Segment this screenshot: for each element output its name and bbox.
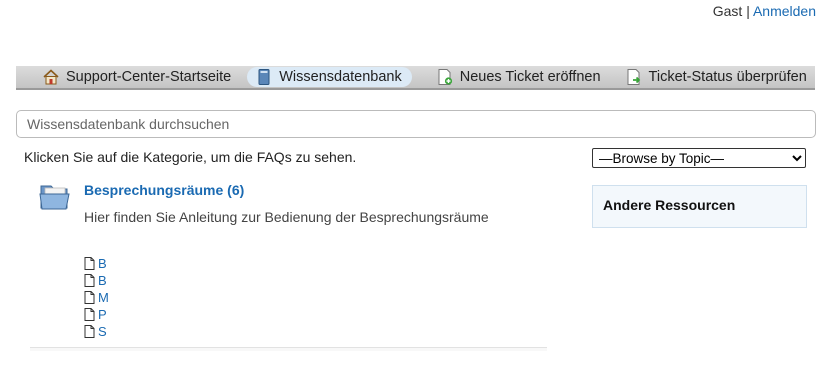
nav-item-knowledgebase[interactable]: Wissensdatenbank: [247, 67, 412, 87]
ticket-status-icon: [625, 68, 643, 86]
guest-label: Gast: [712, 3, 743, 19]
main-nav: Support-Center-Startseite Wissensdatenba…: [16, 66, 815, 90]
user-links: Gast | Anmelden: [713, 3, 816, 19]
faq-link[interactable]: B: [98, 256, 107, 271]
separator: |: [746, 3, 750, 19]
knowledgebase-search-input[interactable]: [16, 110, 816, 138]
document-icon: [84, 325, 95, 338]
nav-item-label: Wissensdatenbank: [279, 69, 402, 85]
document-icon: [84, 308, 95, 321]
list-item: P: [84, 306, 114, 323]
faq-link[interactable]: P: [98, 307, 107, 322]
document-icon: [84, 257, 95, 270]
list-item: M: [84, 289, 114, 306]
category-description: Hier finden Sie Anleitung zur Bedienung …: [84, 209, 489, 225]
home-icon: [42, 68, 60, 86]
divider: [30, 347, 547, 351]
instructions-text: Klicken Sie auf die Kategorie, um die FA…: [24, 149, 357, 165]
faq-list: B B M P S: [84, 255, 114, 340]
nav-item-new-ticket[interactable]: Neues Ticket eröffnen: [436, 67, 601, 87]
category-title-link[interactable]: Besprechungsräume (6): [84, 182, 244, 198]
login-link[interactable]: Anmelden: [753, 3, 816, 19]
faq-link[interactable]: S: [98, 324, 107, 339]
nav-item-home[interactable]: Support-Center-Startseite: [42, 67, 231, 87]
new-ticket-icon: [436, 68, 454, 86]
nav-item-ticket-status[interactable]: Ticket-Status überprüfen: [625, 67, 807, 87]
document-icon: [84, 274, 95, 287]
faq-link[interactable]: M: [98, 290, 109, 305]
nav-item-label: Neues Ticket eröffnen: [459, 69, 601, 85]
folder-icon: [38, 182, 72, 212]
browse-by-topic-select[interactable]: —Browse by Topic—: [592, 148, 806, 168]
resources-title: Andere Ressourcen: [603, 197, 736, 213]
list-item: B: [84, 255, 114, 272]
other-resources-panel: Andere Ressourcen: [592, 185, 807, 228]
list-item: B: [84, 272, 114, 289]
nav-item-label: Ticket-Status überprüfen: [648, 69, 807, 85]
nav-item-label: Support-Center-Startseite: [66, 69, 232, 85]
document-icon: [84, 291, 95, 304]
faq-link[interactable]: B: [98, 273, 107, 288]
list-item: S: [84, 323, 114, 340]
kb-book-icon: [255, 68, 273, 86]
